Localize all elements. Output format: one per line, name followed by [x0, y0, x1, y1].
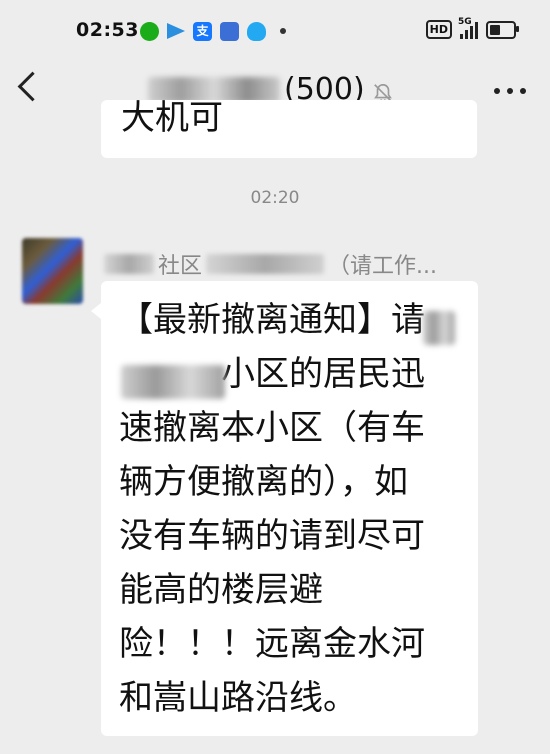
- previous-message-bubble[interactable]: 大机可: [101, 100, 477, 158]
- redacted-text: [423, 311, 455, 345]
- alipay-icon: 支: [193, 21, 212, 41]
- wechat-icon: [140, 21, 159, 41]
- hd-icon: HD: [425, 20, 452, 39]
- more-options-icon[interactable]: [494, 88, 526, 94]
- sender-avatar[interactable]: [22, 238, 83, 304]
- signal-icon: 5G: [458, 17, 478, 39]
- message-timestamp: 02:20: [250, 188, 300, 208]
- back-arrow-icon[interactable]: [17, 71, 48, 102]
- app-icon: [220, 21, 239, 41]
- send-icon: [167, 23, 185, 39]
- status-bar: 02:53 支 HD 5G: [0, 0, 550, 62]
- message-line: 能高的楼层避: [119, 570, 323, 610]
- message-line: 险！！！远离金水河: [119, 624, 425, 664]
- message-line: 没有车辆的请到尽可: [119, 516, 425, 556]
- previous-message-text: 大机可: [121, 100, 223, 138]
- message-bubble[interactable]: 【最新撤离通知】请 小区的居民迅 速撤离本小区（有车 辆方便撤离的），如 没有车辆的请…: [91, 281, 478, 736]
- message-line: 辆方便撤离的），如: [119, 462, 408, 502]
- sender-name-visible: 社区: [158, 254, 203, 279]
- redacted-sender-prefix: [104, 254, 154, 274]
- notification-icons: 支: [140, 20, 286, 42]
- qq-icon: [247, 21, 266, 41]
- system-icons: HD 5G: [425, 17, 519, 39]
- redacted-sender-id: [206, 254, 325, 274]
- network-type-label: 5G: [458, 16, 472, 27]
- message-line: 和嵩山路沿线。: [119, 678, 357, 718]
- message-line: 速撤离本小区（有车: [119, 408, 425, 448]
- redacted-group-name: [148, 76, 280, 103]
- sender-name: 社区 （请工作...: [104, 248, 437, 280]
- sender-name-suffix: （请工作...: [328, 254, 437, 279]
- message-text: 【最新撤离通知】请 小区的居民迅 速撤离本小区（有车 辆方便撤离的），如 没有车辆的请…: [119, 293, 469, 725]
- more-notifications-dot-icon: [280, 28, 286, 34]
- battery-icon: [486, 20, 519, 39]
- status-time: 02:53: [76, 19, 139, 41]
- message-line: 【最新撤离通知】请: [119, 300, 425, 340]
- redacted-community-name: [121, 365, 225, 399]
